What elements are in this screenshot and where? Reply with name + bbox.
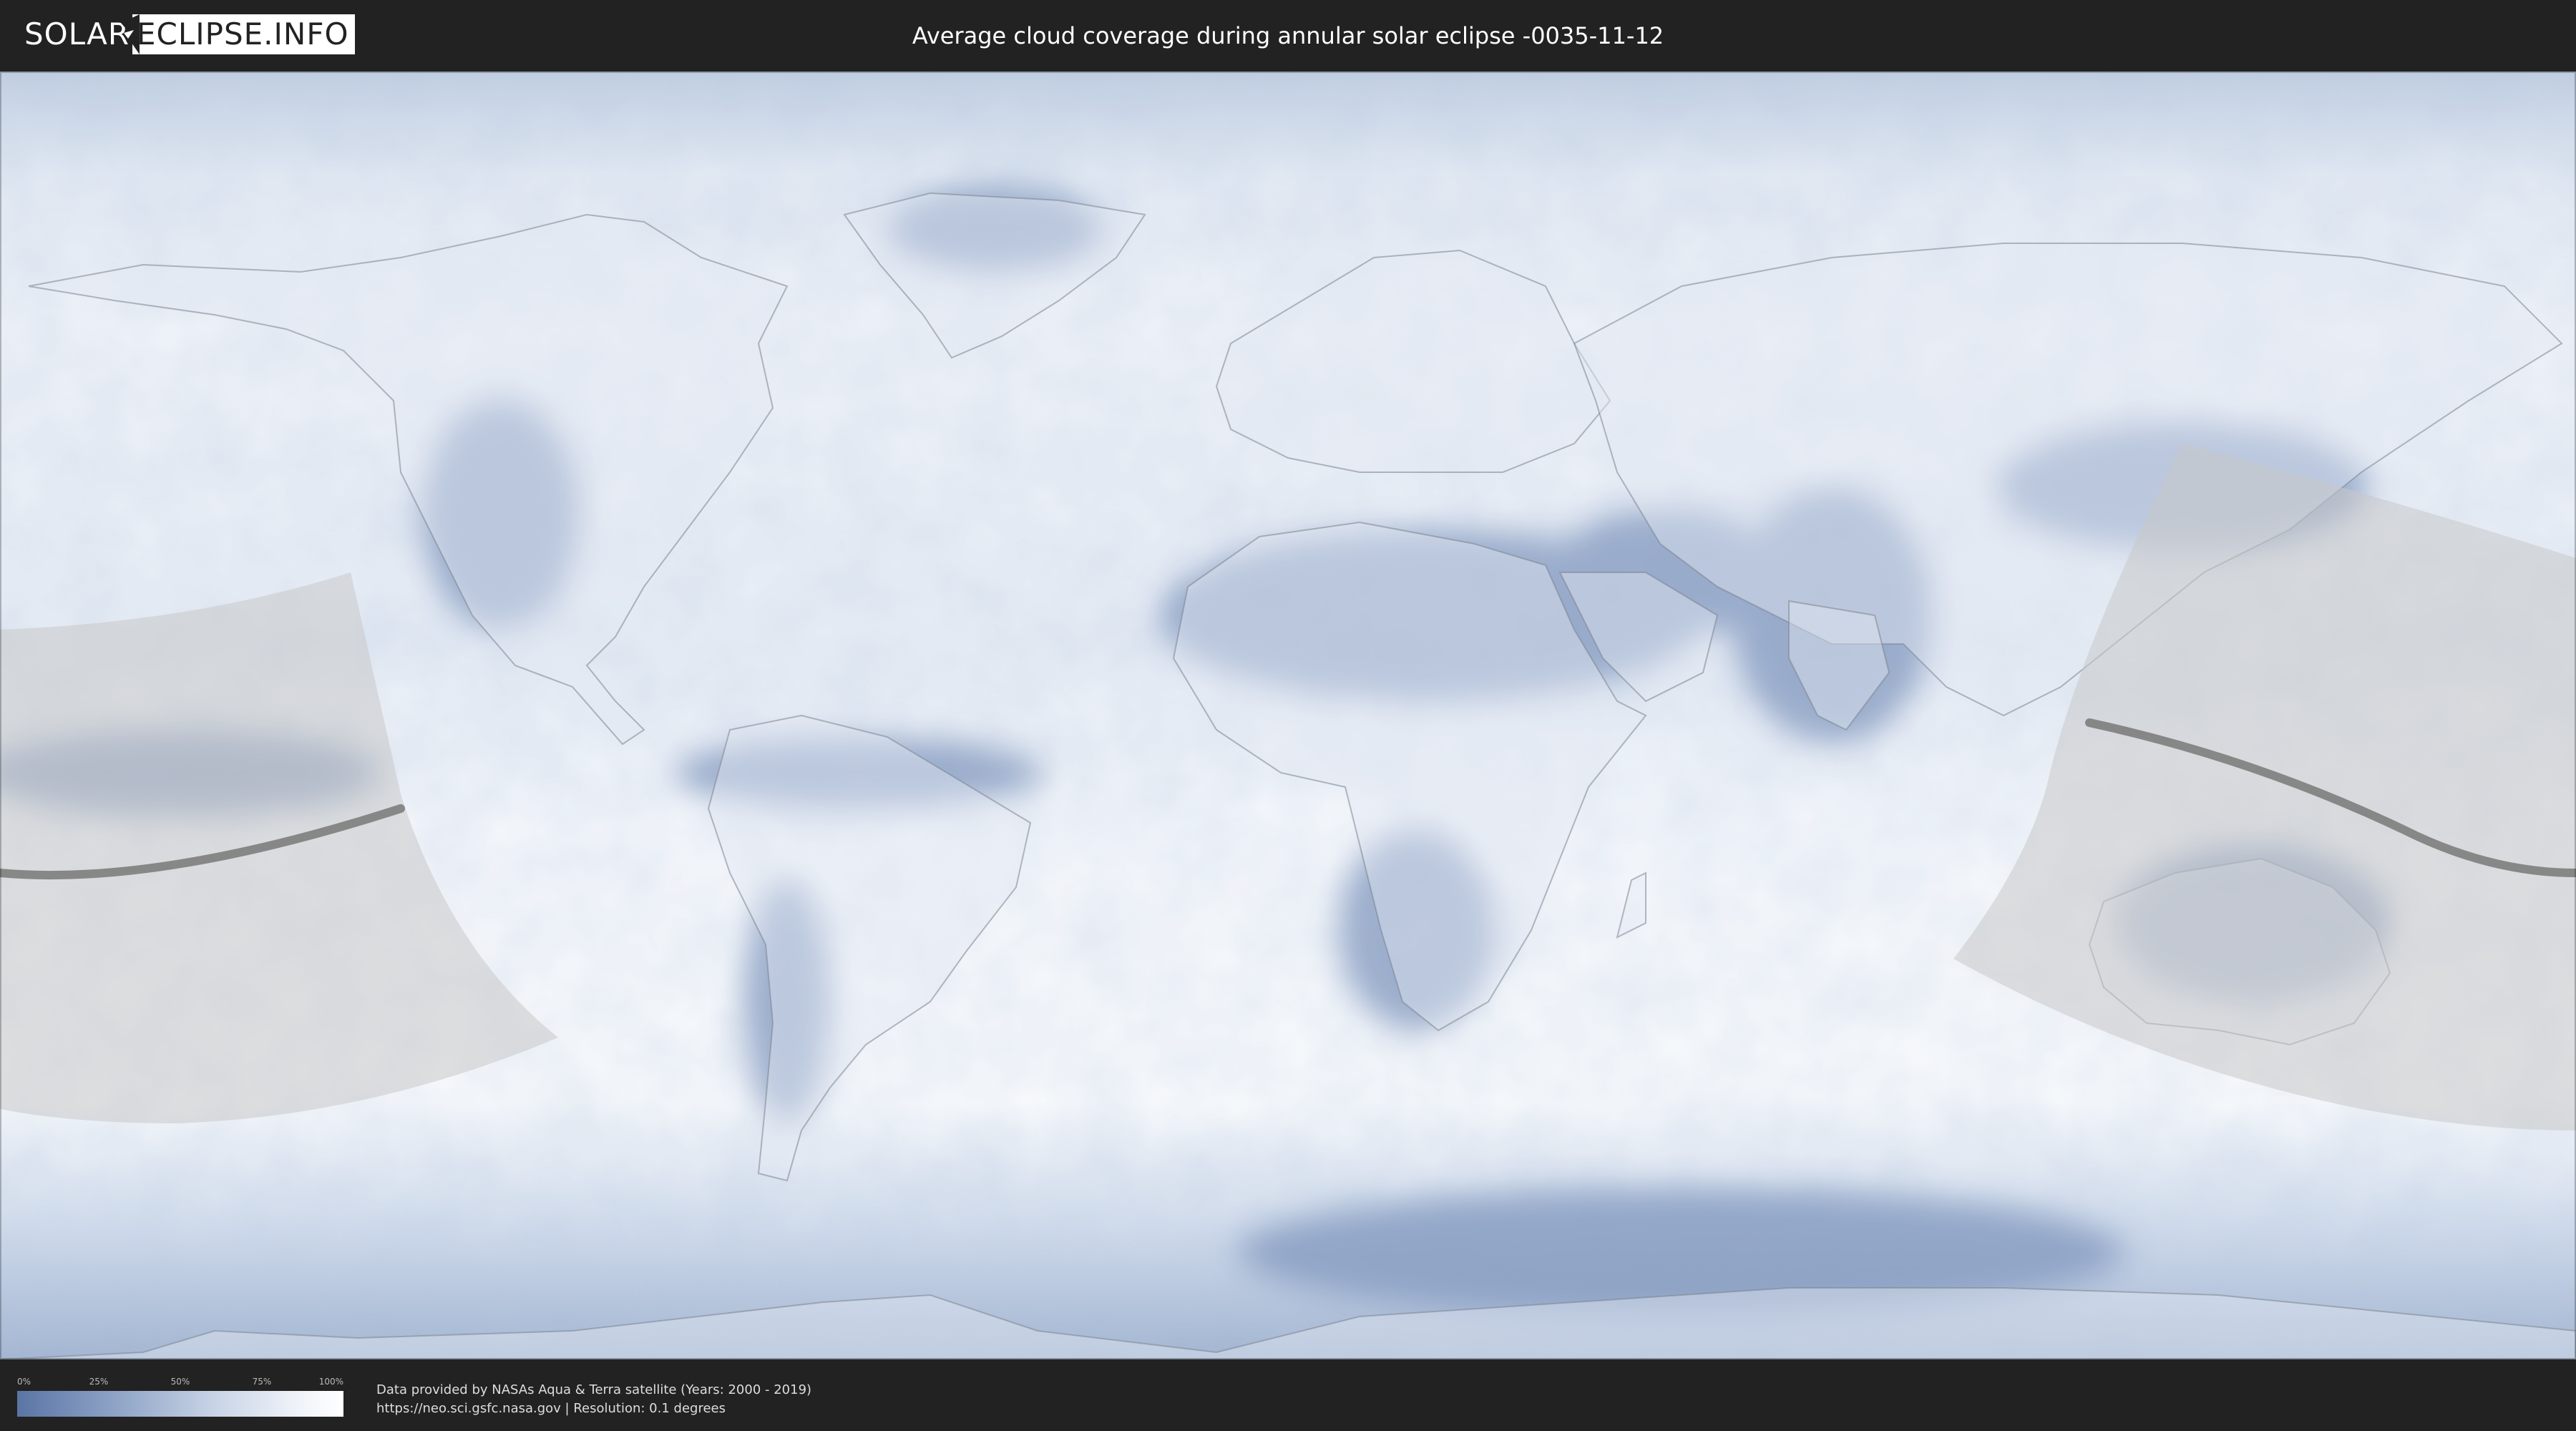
page-title: Average cloud coverage during annular so… (912, 22, 1664, 49)
footer-bar: 0% 25% 50% 75% 100% Data provided by NAS… (0, 1359, 2576, 1431)
legend-tick-0: 0% (17, 1377, 31, 1387)
legend-ticks: 0% 25% 50% 75% 100% (17, 1377, 343, 1388)
legend-gradient-bar (17, 1391, 343, 1417)
legend-tick-75: 75% (252, 1377, 272, 1387)
header-bar: SOLAR ECLIPSE.INFO Average cloud coverag… (0, 0, 2576, 72)
world-map-svg (0, 72, 2576, 1359)
credit-line-source: Data provided by NASAs Aqua & Terra sate… (376, 1382, 812, 1397)
credit-line-url[interactable]: https://neo.sci.gsfc.nasa.gov | Resoluti… (376, 1400, 811, 1418)
legend-tick-100: 100% (318, 1377, 343, 1387)
legend-tick-25: 25% (89, 1377, 109, 1387)
data-credits: Data provided by NASAs Aqua & Terra sate… (376, 1381, 811, 1418)
cloud-coverage-legend: 0% 25% 50% 75% 100% (17, 1377, 343, 1424)
legend-tick-50: 50% (170, 1377, 190, 1387)
cloud-coverage-map[interactable] (0, 72, 2576, 1359)
